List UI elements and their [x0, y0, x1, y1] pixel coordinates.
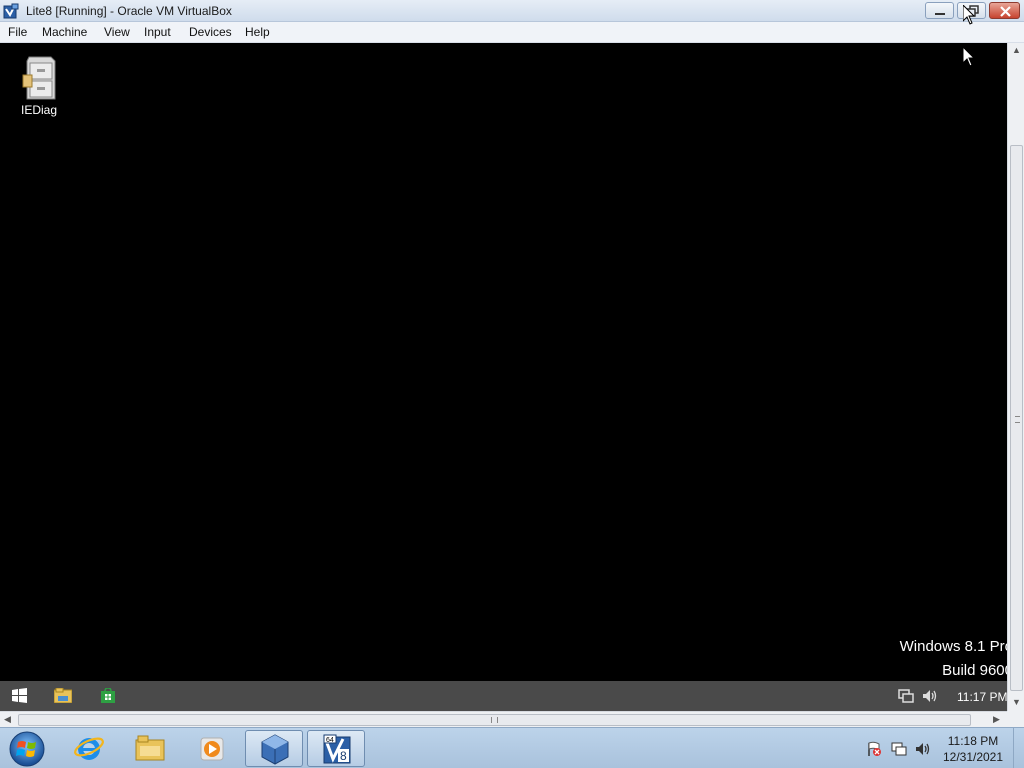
windows-explorer-icon	[135, 735, 165, 761]
close-icon	[1000, 6, 1011, 17]
menu-view[interactable]: View	[104, 25, 130, 39]
close-button[interactable]	[989, 2, 1020, 19]
menu-help[interactable]: Help	[245, 25, 270, 39]
store-icon[interactable]	[100, 688, 116, 704]
minimize-button[interactable]	[925, 2, 954, 19]
title-bar[interactable]: Lite8 [Running] - Oracle VM VirtualBox	[0, 0, 1024, 22]
horizontal-scrollbar[interactable]: ◀ ▶	[0, 711, 1007, 727]
guest-taskbar: 11:17 PM	[0, 681, 1007, 711]
menu-machine[interactable]: Machine	[42, 25, 87, 39]
network-icon[interactable]	[891, 741, 907, 757]
guest-clock[interactable]: 11:17 PM	[957, 690, 1007, 704]
host-taskbar: 64 8 11:18 PM 12/31/2021	[0, 727, 1024, 768]
build-watermark: Build 9600	[942, 662, 1007, 679]
virtualbox-vm-icon: 64 8	[323, 734, 351, 764]
taskbar-virtualbox-vm[interactable]: 64 8	[307, 730, 365, 767]
svg-text:8: 8	[340, 749, 347, 763]
file-explorer-icon[interactable]	[54, 688, 72, 703]
host-time: 11:18 PM	[947, 734, 999, 748]
menu-devices[interactable]: Devices	[189, 25, 232, 39]
guest-mouse-cursor-icon	[963, 47, 975, 67]
volume-icon[interactable]	[915, 741, 931, 757]
window-title: Lite8 [Running] - Oracle VM VirtualBox	[26, 4, 232, 18]
vertical-scroll-thumb[interactable]	[1010, 145, 1023, 691]
scroll-down-icon[interactable]: ▼	[1012, 697, 1021, 707]
mouse-cursor-icon	[963, 5, 975, 25]
vertical-scrollbar[interactable]: ▲ ▼	[1007, 43, 1024, 711]
scrollbar-corner	[1007, 711, 1024, 727]
network-icon[interactable]	[898, 688, 914, 704]
show-desktop-button[interactable]	[1013, 728, 1024, 768]
internet-explorer-icon	[74, 737, 104, 760]
virtualbox-manager-icon	[261, 734, 289, 765]
taskbar-internet-explorer[interactable]	[60, 730, 118, 767]
menu-input[interactable]: Input	[144, 25, 171, 39]
desktop-icon-iediag[interactable]: IEDiag	[12, 55, 66, 117]
virtualbox-icon	[3, 3, 19, 19]
horizontal-scroll-thumb[interactable]	[18, 714, 971, 726]
svg-text:64: 64	[326, 737, 334, 744]
action-center-flag-icon[interactable]	[866, 741, 882, 757]
scroll-left-icon[interactable]: ◀	[4, 714, 11, 725]
grip-icon	[491, 717, 498, 723]
windows-start-icon[interactable]	[12, 688, 27, 703]
desktop-icon-label: IEDiag	[20, 103, 58, 117]
grip-icon	[1015, 416, 1020, 423]
scroll-up-icon[interactable]: ▲	[1012, 45, 1021, 55]
menu-bar: File Machine View Input Devices Help	[0, 22, 1024, 43]
host-clock[interactable]: 11:18 PM 12/31/2021	[938, 733, 1008, 765]
start-orb-icon[interactable]	[7, 730, 47, 768]
vm-display[interactable]: IEDiag Windows 8.1 Pro Build 9600 11:17 …	[0, 43, 1007, 711]
taskbar-media-player[interactable]	[182, 730, 240, 767]
file-cabinet-icon	[22, 56, 56, 100]
taskbar-windows-explorer[interactable]	[121, 730, 179, 767]
windows-edition-watermark: Windows 8.1 Pro	[899, 638, 1007, 655]
virtualbox-window: Lite8 [Running] - Oracle VM VirtualBox F…	[0, 0, 1024, 768]
host-date: 12/31/2021	[942, 750, 1004, 764]
minimize-icon	[935, 13, 945, 15]
scroll-right-icon[interactable]: ▶	[993, 714, 1000, 725]
taskbar-virtualbox-manager[interactable]	[245, 730, 303, 767]
media-player-icon	[200, 737, 224, 761]
volume-icon[interactable]	[922, 688, 938, 704]
menu-file[interactable]: File	[8, 25, 27, 39]
